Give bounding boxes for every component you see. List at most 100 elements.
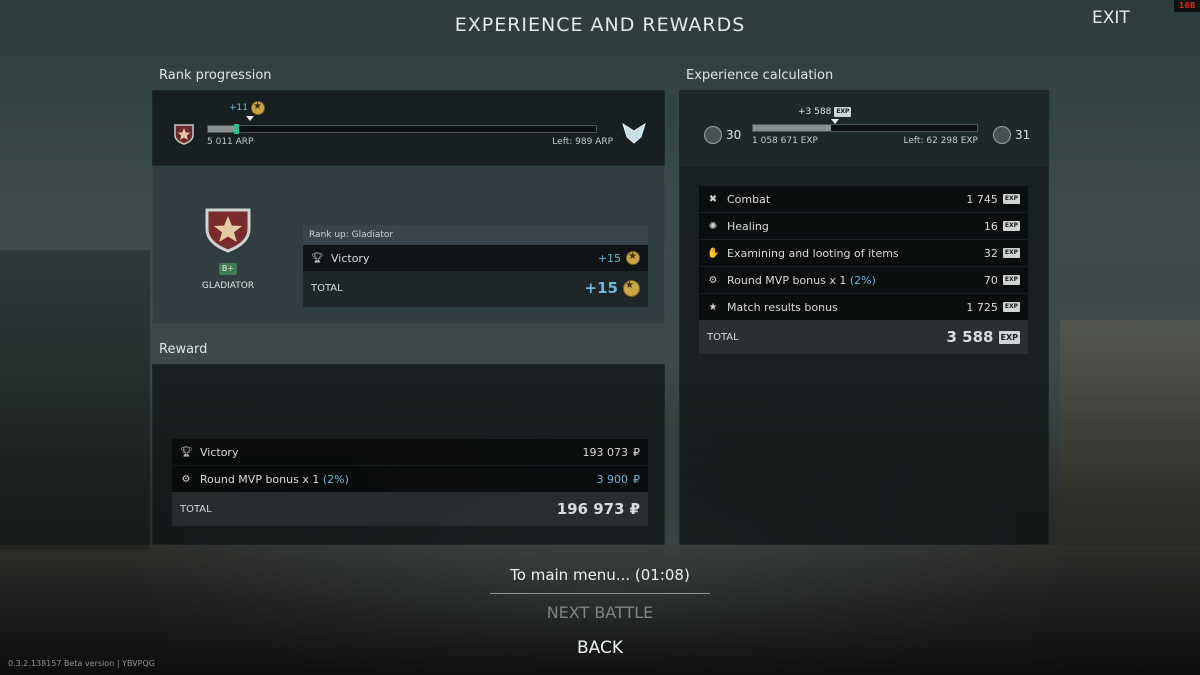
reward-row-value: 3 900 — [596, 472, 629, 486]
trophy-icon: 🏆︎ — [311, 252, 324, 264]
mvp-icon: ⚙ — [708, 274, 718, 286]
version-label: 0.3.2.138157 Beta version | YBVPQG — [8, 659, 155, 668]
experience-row-value: 32 — [983, 246, 998, 260]
experience-row-label: Examining and looting of items — [727, 246, 899, 260]
experience-progress-fill — [753, 125, 832, 131]
star-icon: ★ — [708, 301, 718, 313]
experience-row-label: Match results bonus — [727, 300, 838, 314]
reward-row-victory: 🏆︎ Victory 193 073 ₽ — [172, 439, 648, 465]
reward-table: 🏆︎ Victory 193 073 ₽ ⚙ Round MVP bonus x… — [172, 439, 648, 526]
rank-gain-text: +11 — [229, 103, 248, 113]
reward-row-mvp: ⚙ Round MVP bonus x 1 (2%) 3 900 ₽ — [172, 466, 648, 492]
level-next: 31 — [1015, 128, 1031, 142]
reward-row-value: 193 073 — [582, 445, 629, 459]
reward-row-label: Round MVP bonus x 1 — [200, 472, 320, 486]
level-current-icon — [704, 126, 722, 144]
exit-button[interactable]: EXIT — [1092, 8, 1130, 28]
reward-total-label: TOTAL — [180, 503, 212, 515]
rouble-icon: ₽ — [633, 472, 640, 486]
experience-row-healing: ✺ Healing 16 EXP — [699, 213, 1028, 239]
experience-row-extra: (2%) — [849, 273, 876, 287]
experience-row-combat: ✖ Combat 1 745 EXP — [699, 186, 1028, 212]
experience-gain-text: +3 588 — [798, 107, 832, 117]
level-next-icon — [993, 126, 1011, 144]
experience-total-value: 3 588 — [946, 328, 994, 346]
rank-progress-panel: +11 5 011 ARP Left: 989 ARP — [152, 90, 665, 166]
experience-panel: +3 588 EXP 30 1 058 671 EXP Left: 62 298… — [679, 90, 1050, 545]
experience-row-label: Combat — [727, 192, 771, 206]
looting-icon: ✋ — [707, 247, 720, 259]
experience-left-points: Left: 62 298 EXP — [903, 136, 978, 146]
experience-total-label: TOTAL — [707, 331, 739, 343]
background-building-left — [0, 250, 150, 550]
exp-badge-icon: EXP — [1002, 302, 1020, 312]
rank-marker-icon — [246, 116, 254, 121]
rouble-icon: ₽ — [633, 445, 640, 459]
rankup-row-victory: 🏆︎ Victory +15 — [303, 245, 648, 271]
rank-details-panel: B+ GLADIATOR Rank up: Gladiator 🏆︎ Victo… — [152, 166, 665, 324]
combat-icon: ✖ — [708, 193, 718, 205]
reward-section-label: Reward — [159, 342, 208, 357]
rankup-total-row: TOTAL +15 — [303, 271, 648, 305]
current-rank-small-icon — [174, 124, 194, 145]
rank-progress-bar — [207, 124, 597, 134]
exp-badge-icon: EXP — [998, 330, 1020, 344]
rank-gain: +11 — [229, 101, 265, 115]
experience-row-value: 1 725 — [966, 300, 998, 314]
page-title: EXPERIENCE AND REWARDS — [454, 14, 746, 36]
rank-grade-badge: B+ — [219, 263, 237, 275]
main-menu-button[interactable]: To main menu... (01:08) — [0, 566, 1200, 584]
rankup-table: Rank up: Gladiator 🏆︎ Victory +15 TOTAL … — [303, 225, 648, 307]
rouble-icon: ₽ — [629, 500, 640, 518]
experience-table: ✖ Combat 1 745 EXP ✺ Healing 16 EXP ✋ Examini… — [699, 186, 1028, 354]
healing-icon: ✺ — [708, 220, 718, 232]
next-rank-icon — [622, 122, 646, 144]
experience-row-value: 1 745 — [966, 192, 998, 206]
experience-row-value: 70 — [983, 273, 998, 287]
trophy-icon: 🏆︎ — [180, 446, 193, 458]
rankup-row-label: Victory — [331, 251, 370, 265]
experience-row-mvp: ⚙ Round MVP bonus x 1 (2%) 70 EXP — [699, 267, 1028, 293]
rank-current-points: 5 011 ARP — [207, 137, 254, 147]
reward-row-label: Victory — [200, 445, 239, 459]
rankup-total-value: +15 — [584, 279, 618, 297]
reward-row-extra: (2%) — [322, 472, 349, 486]
reward-total-value: 196 973 — [556, 500, 625, 518]
experience-header: +3 588 EXP 30 1 058 671 EXP Left: 62 298… — [680, 91, 1050, 167]
gladiator-rank-icon — [205, 208, 251, 253]
mvp-icon: ⚙ — [181, 473, 191, 485]
rank-left-points: Left: 989 ARP — [552, 137, 613, 147]
corner-badge: 168 — [1174, 0, 1200, 12]
arp-coin-icon — [623, 279, 640, 297]
experience-total-row: TOTAL 3 588 EXP — [699, 320, 1028, 354]
reward-total-row: TOTAL 196 973 ₽ — [172, 492, 648, 526]
button-divider — [490, 593, 710, 594]
experience-row-looting: ✋ Examining and looting of items 32 EXP — [699, 240, 1028, 266]
rank-section-label: Rank progression — [159, 68, 272, 83]
experience-row-label: Round MVP bonus x 1 — [727, 273, 847, 287]
exp-badge-icon: EXP — [1002, 221, 1020, 231]
arp-coin-icon — [251, 101, 265, 115]
experience-row-value: 16 — [983, 219, 998, 233]
rankup-row-value: +15 — [597, 251, 621, 265]
rankup-total-label: TOTAL — [311, 282, 343, 294]
back-button[interactable]: BACK — [0, 638, 1200, 658]
level-current: 30 — [726, 128, 742, 142]
background-building-right — [1060, 320, 1200, 560]
experience-row-label: Healing — [727, 219, 769, 233]
experience-row-match-results: ★ Match results bonus 1 725 EXP — [699, 294, 1028, 320]
rank-progress-gain — [234, 124, 240, 134]
exp-badge-icon: EXP — [1002, 275, 1020, 285]
experience-gain: +3 588 EXP — [798, 107, 852, 117]
rankup-title: Rank up: Gladiator — [303, 225, 648, 245]
exp-badge-icon: EXP — [834, 107, 852, 117]
exp-badge-icon: EXP — [1002, 194, 1020, 204]
reward-panel: 🏆︎ Victory 193 073 ₽ ⚙ Round MVP bonus x… — [152, 364, 665, 545]
arp-coin-icon — [626, 251, 640, 265]
exp-badge-icon: EXP — [1002, 248, 1020, 258]
rank-name: GLADIATOR — [201, 281, 255, 291]
next-battle-button[interactable]: NEXT BATTLE — [0, 603, 1200, 622]
experience-section-label: Experience calculation — [686, 68, 834, 83]
experience-progress-bar — [752, 124, 978, 132]
experience-current-points: 1 058 671 EXP — [752, 136, 818, 146]
